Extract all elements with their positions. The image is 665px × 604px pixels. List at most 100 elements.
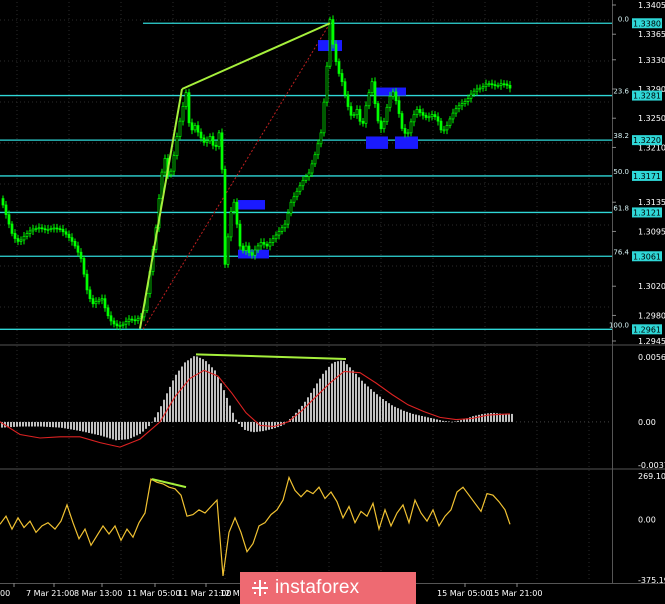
macd-bar [328, 366, 330, 422]
macd-bar [451, 421, 453, 423]
macd-bar [142, 421, 144, 432]
candle-body [37, 227, 41, 230]
candle-body [109, 315, 113, 322]
macd-bar [259, 421, 261, 432]
macd-bar [310, 392, 312, 422]
macd-bar [184, 362, 186, 422]
candle-body [55, 227, 59, 230]
macd-bar [367, 386, 369, 422]
candle-body [445, 125, 449, 131]
macd-bar [85, 421, 87, 433]
instaforex-logo: instaforex [240, 572, 416, 604]
candle-body [454, 108, 458, 114]
candle-body [361, 120, 365, 124]
candle-body [397, 100, 401, 114]
fib-price-tag-label: 1.3121 [633, 208, 661, 217]
candle-body [373, 81, 377, 104]
candle-body [400, 113, 404, 129]
candle-body [385, 106, 389, 123]
candle-body [322, 101, 326, 134]
macd-bar [271, 421, 273, 430]
macd-bar [181, 366, 183, 422]
candle-body [88, 289, 92, 299]
candle-body [274, 234, 278, 240]
candle-body [163, 158, 167, 173]
macd-bar [325, 370, 327, 422]
candle-body [481, 86, 485, 89]
macd-bar [337, 361, 339, 422]
macd-bar [46, 421, 48, 427]
macd-bar [274, 421, 276, 429]
candle-body [76, 245, 80, 253]
candle-body [343, 81, 347, 96]
macd-bar [424, 416, 426, 422]
candle-body [193, 125, 197, 131]
chart-canvas: 0.023.638.250.061.876.4100.0 0.005670.00… [0, 0, 665, 604]
macd-bar [229, 405, 231, 422]
candle-body [16, 238, 20, 242]
candle-body [319, 132, 323, 145]
cci-tick-label: 269.105 [638, 472, 665, 481]
candle-body [466, 98, 470, 102]
macd-bar [247, 421, 249, 431]
candle-body [439, 120, 443, 131]
candle-body [7, 214, 11, 225]
macd-bar [340, 360, 342, 422]
macd-bar [382, 399, 384, 422]
candle-body [244, 245, 248, 251]
candle-body [70, 237, 74, 242]
macd-bar [211, 367, 213, 422]
macd-bar [331, 363, 333, 422]
macd-bar [31, 421, 33, 427]
candle-body [325, 65, 329, 103]
cci-tick-label: -375.197 [638, 576, 665, 585]
macd-bar [163, 399, 165, 422]
candle-body [391, 91, 395, 97]
macd-bar [511, 413, 513, 422]
candle-body [4, 204, 8, 215]
candle-body [259, 242, 263, 247]
macd-bar [199, 357, 201, 422]
candle-body [364, 105, 368, 124]
candle-body [436, 116, 440, 122]
macd-bar [481, 414, 483, 422]
macd-bar [412, 413, 414, 422]
macd-bar [319, 378, 321, 422]
macd-bar [457, 420, 459, 422]
candle-body [448, 118, 452, 126]
macd-bar [463, 419, 465, 422]
candle-body [271, 238, 275, 243]
candle-body [352, 114, 356, 117]
macd-bar [484, 413, 486, 422]
macd-bar [244, 421, 246, 430]
candle-body [307, 172, 311, 178]
macd-bar [376, 394, 378, 422]
macd-bar [202, 359, 204, 422]
candle-body [235, 201, 239, 225]
candle-body [256, 245, 260, 251]
candle-body [334, 43, 338, 62]
candle-body [388, 95, 392, 108]
macd-bar [415, 414, 417, 422]
macd-bar [13, 421, 15, 427]
candle-body [457, 105, 461, 110]
candle-body [103, 298, 107, 309]
candle-body [253, 249, 257, 256]
macd-bar [298, 409, 300, 422]
macd-bar [91, 421, 93, 434]
macd-bar [313, 388, 315, 422]
candle-body [505, 83, 509, 86]
fib-level-ratio: 38.2 [613, 132, 629, 140]
macd-bar [109, 421, 111, 439]
candle-body [106, 307, 110, 317]
macd-bar [469, 417, 471, 422]
macd-bar [196, 356, 198, 422]
macd-bar [178, 370, 180, 422]
candle-body [1, 198, 5, 206]
macd-bar [205, 361, 207, 422]
candle-body [346, 94, 350, 107]
candle-body [13, 233, 17, 239]
macd-bar [70, 421, 72, 430]
candle-body [265, 243, 269, 247]
candle-body [73, 240, 77, 247]
